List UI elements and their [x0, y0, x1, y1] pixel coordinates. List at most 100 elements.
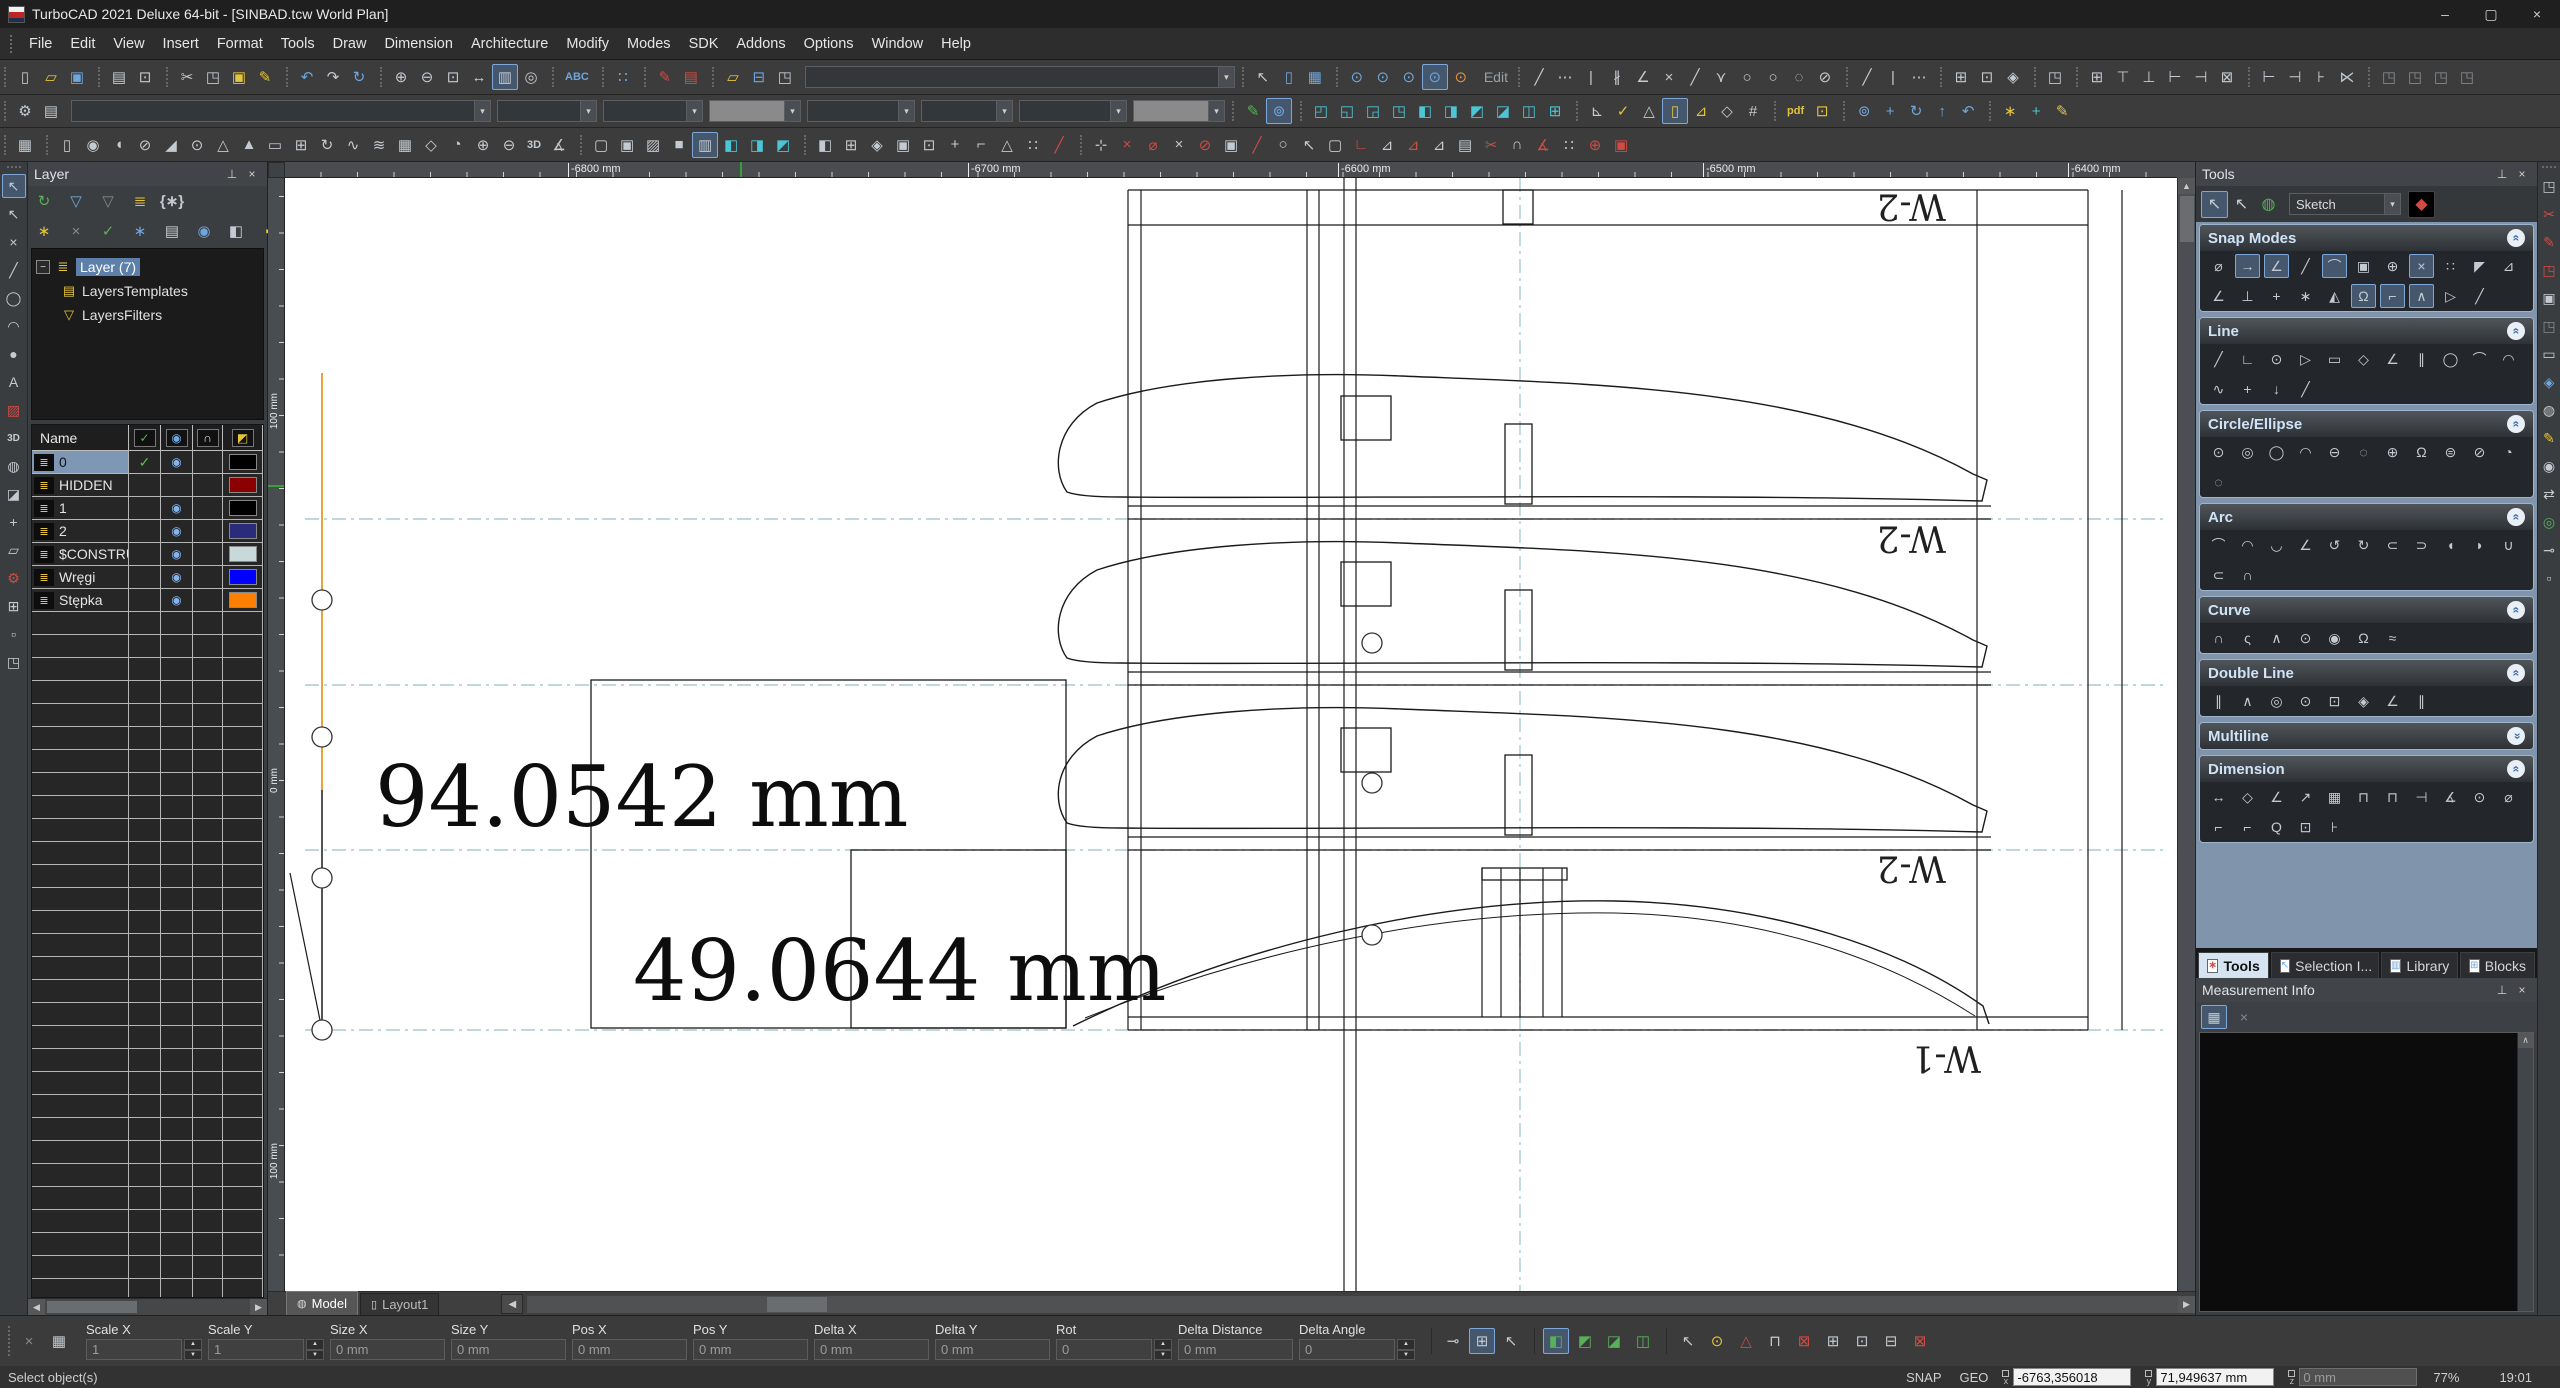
menu-dimension[interactable]: Dimension: [375, 32, 462, 56]
arc-tool-icon[interactable]: ◠: [2, 314, 26, 338]
collapse-chevron-icon[interactable]: «: [2507, 415, 2525, 433]
revision-cloud-icon[interactable]: ◉: [2322, 626, 2347, 650]
tangent-from-arc-icon[interactable]: ◠: [2496, 347, 2521, 371]
palette-tab-library[interactable]: ▥ Library: [2380, 952, 2458, 978]
print-preview-icon[interactable]: ⊡: [132, 64, 158, 90]
snap-free-icon[interactable]: ⊹: [1088, 132, 1114, 158]
align-right-icon[interactable]: ⊦: [2308, 64, 2334, 90]
wireframe-icon[interactable]: ▢: [588, 132, 614, 158]
zoom-selection-icon[interactable]: ◎: [518, 64, 544, 90]
snap-target-icon[interactable]: ⊕: [1582, 132, 1608, 158]
circle-tool-icon[interactable]: ◯: [2, 286, 26, 310]
arc-quadrant-icon[interactable]: ⊂: [2380, 533, 2405, 557]
field-input[interactable]: 0 mm: [935, 1339, 1050, 1360]
import-file-icon[interactable]: ▱: [720, 64, 746, 90]
line-style-combo[interactable]: ▾: [807, 100, 915, 122]
axis-line-icon[interactable]: +: [2235, 377, 2260, 401]
snap-triangle-b-icon[interactable]: ⊿: [1400, 132, 1426, 158]
menu-addons[interactable]: Addons: [727, 32, 794, 56]
layer-row[interactable]: ≣ Wręgi ◉: [32, 566, 263, 589]
close-icon[interactable]: ×: [2513, 983, 2531, 997]
settings-icon[interactable]: ⚙: [12, 98, 38, 124]
menu-edit[interactable]: Edit: [61, 32, 104, 56]
snap-intersection-icon[interactable]: ×: [2409, 254, 2434, 278]
property-link-icon[interactable]: ⊚: [1266, 98, 1292, 124]
extrude-icon[interactable]: ⊞: [288, 132, 314, 158]
zoom-window-icon[interactable]: ⊡: [440, 64, 466, 90]
field-input[interactable]: 1: [208, 1339, 304, 1360]
circle-keyhole-icon[interactable]: Ω: [2409, 440, 2434, 464]
angle-view-icon[interactable]: △: [994, 132, 1020, 158]
send-backward-icon[interactable]: ◳: [2454, 64, 2480, 90]
field-input[interactable]: 0 mm: [693, 1339, 808, 1360]
snap-tangent-icon[interactable]: ∠: [2206, 284, 2231, 308]
spin-down-icon[interactable]: ▼: [1397, 1349, 1415, 1360]
layer-combo[interactable]: ▾: [497, 100, 597, 122]
box-3d-icon[interactable]: ▯: [54, 132, 80, 158]
snap-no-circle-icon[interactable]: ⊘: [1192, 132, 1218, 158]
modify-split-icon[interactable]: ×: [1656, 64, 1682, 90]
snap-workplane-icon[interactable]: ◭: [2322, 284, 2347, 308]
row-below-icon[interactable]: ⊥: [2136, 64, 2162, 90]
sphere-3d-icon[interactable]: ◉: [80, 132, 106, 158]
dimension-3d-icon[interactable]: 3D: [2, 426, 26, 450]
merge-cells-icon[interactable]: ⊠: [2214, 64, 2240, 90]
snap-grid-2-icon[interactable]: ∷: [1556, 132, 1582, 158]
measure-area-icon[interactable]: △: [1636, 98, 1662, 124]
dim-continuous-icon[interactable]: ⊓: [2351, 785, 2376, 809]
snap-arc-center-icon[interactable]: ⌒: [2322, 254, 2347, 278]
palette-tab-blocks[interactable]: ⊞ Blocks: [2459, 952, 2535, 978]
combo-arrow-icon[interactable]: ▾: [1217, 67, 1234, 87]
grid-off-icon[interactable]: ⊠: [1907, 1328, 1933, 1354]
field-input[interactable]: 0 mm: [814, 1339, 929, 1360]
visible-eye-icon[interactable]: ◉: [171, 524, 181, 538]
circle-arc-icon[interactable]: ◠: [2293, 440, 2318, 464]
wp-world-icon[interactable]: ⊞: [1542, 98, 1568, 124]
layer-tree-item[interactable]: ▽ LayersFilters: [36, 303, 259, 327]
layer-name-header[interactable]: Name: [32, 425, 129, 450]
center-extents-icon[interactable]: +: [942, 132, 968, 158]
boolean-add-icon[interactable]: ⊕: [470, 132, 496, 158]
select-layers-icon[interactable]: ◈: [2000, 64, 2026, 90]
light-add-icon[interactable]: ∗: [1997, 98, 2023, 124]
quality-render-icon[interactable]: ■: [666, 132, 692, 158]
modify-circle-icon[interactable]: ○: [1734, 64, 1760, 90]
pin-icon[interactable]: ⊥: [223, 167, 241, 181]
snap-vertex-2-icon[interactable]: ⌐: [2380, 284, 2405, 308]
snap-facet-icon[interactable]: ▷: [2438, 284, 2463, 308]
close-button[interactable]: ×: [2514, 0, 2560, 28]
select-2d-icon[interactable]: ◧: [1543, 1328, 1569, 1354]
spin-down-icon[interactable]: ▼: [306, 1349, 324, 1360]
slice-tool-icon[interactable]: ◪: [2, 482, 26, 506]
col-right-icon[interactable]: ⊣: [2188, 64, 2214, 90]
wp-left-icon[interactable]: ◲: [1360, 98, 1386, 124]
wp-by-entity-icon[interactable]: ◫: [1516, 98, 1542, 124]
inspector-2-icon[interactable]: ⊙: [1370, 64, 1396, 90]
sketch-line-icon[interactable]: ∿: [2206, 377, 2231, 401]
tab-scroll-left-icon[interactable]: ◀: [501, 1294, 524, 1314]
draft-dots-icon[interactable]: ⋯: [1906, 64, 1932, 90]
snap-box-icon[interactable]: ▢: [1322, 132, 1348, 158]
active-check-icon[interactable]: ✓: [139, 454, 151, 471]
canvas-vscrollbar[interactable]: ▲: [2177, 178, 2195, 1291]
menu-draw[interactable]: Draw: [324, 32, 376, 56]
viewport-grid-icon[interactable]: ⊞: [838, 132, 864, 158]
filter-layers-icon[interactable]: ▽: [64, 189, 88, 213]
dim-baseline-icon[interactable]: ▦: [2322, 785, 2347, 809]
redo-all-icon[interactable]: ↻: [346, 64, 372, 90]
copy-entities-icon[interactable]: ◳: [2537, 174, 2560, 198]
snap-diagonal-icon[interactable]: ╱: [1244, 132, 1270, 158]
snap-perpendicular-icon[interactable]: ⊥: [2235, 284, 2260, 308]
snap-aperture-icon[interactable]: ◤: [2467, 254, 2492, 278]
select-grid-icon[interactable]: ⊞: [1948, 64, 1974, 90]
shape-copy-icon[interactable]: ◳: [2042, 64, 2068, 90]
row-above-icon[interactable]: ⊤: [2110, 64, 2136, 90]
col-lock-icon[interactable]: ∩: [196, 428, 219, 447]
parabola-icon[interactable]: ∧: [2264, 626, 2289, 650]
no-snap-icon[interactable]: ⌀: [2206, 254, 2231, 278]
layer-hscrollbar[interactable]: ◀ ▶: [28, 1298, 267, 1315]
sketch-mark-icon[interactable]: ✎: [2049, 98, 2075, 124]
lights-view-icon[interactable]: ◧: [718, 132, 744, 158]
menu-tools[interactable]: Tools: [272, 32, 324, 56]
layer-color-swatch[interactable]: [228, 454, 257, 470]
